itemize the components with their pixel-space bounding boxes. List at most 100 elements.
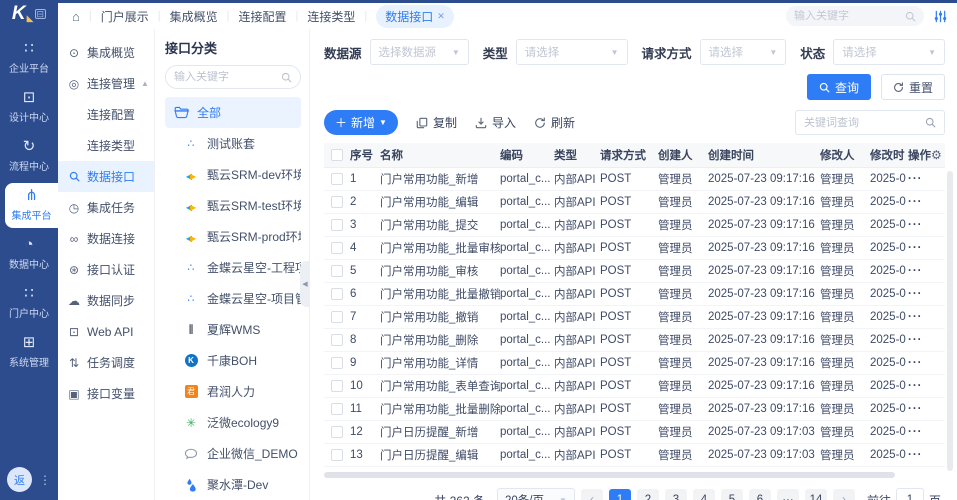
row-actions-cell[interactable]: ··· [908,357,945,369]
rail-item-1[interactable]: ∷ 企业平台 [0,36,58,81]
row-actions-cell[interactable]: ··· [908,334,945,346]
row-actions-cell[interactable]: ··· [908,449,945,461]
tab-2[interactable]: 集成概览 [170,8,218,25]
tree-item-4[interactable]: ◀▶ 甄云SRM-test环境... [165,190,301,221]
row-more-icon[interactable]: ··· [908,357,923,369]
tree-item-5[interactable]: ◀▶ 甄云SRM-prod环境... [165,221,301,252]
rail-item-4[interactable]: ⋔ 集成平台 [5,183,58,228]
tab-1[interactable]: 门户展示 [101,8,149,25]
category-search[interactable] [165,65,301,89]
row-more-icon[interactable]: ··· [908,403,923,415]
close-icon[interactable]: ✕ [437,11,445,22]
column-settings-gear-icon[interactable]: ⚙ [931,148,945,162]
add-button[interactable]: ＋ 新增 ▼ [324,110,398,135]
tree-item-7[interactable]: ∴ 金蝶云星空-项目管... [165,283,302,314]
goto-page-input[interactable] [895,488,924,500]
tab-5[interactable]: 数据接口 ✕ [376,4,454,28]
row-checkbox[interactable] [331,449,343,461]
next-page-button[interactable]: › [832,489,855,500]
row-more-icon[interactable]: ··· [908,242,923,254]
keyword-search-input[interactable] [804,116,925,129]
tab-3[interactable]: 连接配置 [238,8,286,25]
prev-page-button[interactable]: ‹ [580,489,603,500]
cell-name[interactable]: 门户日历提醒_编辑 [380,447,500,463]
row-actions-cell[interactable]: ··· [908,242,945,254]
cell-name[interactable]: 门户常用功能_编辑 [380,194,500,210]
row-checkbox[interactable] [331,380,343,392]
sidebar-item-10[interactable]: ⊡ Web API [58,316,154,347]
row-checkbox[interactable] [331,173,343,185]
row-more-icon[interactable]: ··· [908,288,923,300]
row-actions-cell[interactable]: ··· [908,403,945,415]
row-more-icon[interactable]: ··· [908,219,923,231]
page-button-4[interactable]: 4 [692,489,715,500]
global-search[interactable] [786,6,924,26]
panel-collapse-handle[interactable]: ◀ [300,261,310,307]
rail-item-7[interactable]: ⊞ 系统管理 [0,330,58,375]
filter-select-1[interactable]: 选择数据源 ▼ [369,39,469,65]
rail-item-3[interactable]: ↻ 流程中心 [0,134,58,179]
cell-name[interactable]: 门户常用功能_详情 [380,355,500,371]
row-actions-cell[interactable]: ··· [908,426,945,438]
copy-button[interactable]: 复制 [416,114,457,131]
row-checkbox[interactable] [331,334,343,346]
rail-item-5[interactable]: ◔ 数据中心 [0,232,58,277]
tree-item-2[interactable]: ∴ 测试账套 [165,128,301,159]
page-button-3[interactable]: 3 [664,489,687,500]
page-size-select[interactable]: 20条/页 ▼ [496,488,575,500]
page-button-5[interactable]: 5 [720,489,743,500]
sidebar-item-6[interactable]: ◷ 集成任务 [58,192,154,223]
row-more-icon[interactable]: ··· [908,449,923,461]
import-button[interactable]: 导入 [475,114,516,131]
more-menu-icon[interactable]: ⋮ [39,473,51,487]
filter-select-4[interactable]: 请选择 ▼ [833,39,945,65]
page-button-1[interactable]: 1 [608,489,631,500]
tree-item-3[interactable]: ◀▶ 甄云SRM-dev环境... [165,159,301,190]
row-checkbox[interactable] [331,219,343,231]
sidebar-item-12[interactable]: ▣ 接口变量 [58,378,154,409]
tree-item-11[interactable]: ✳ 泛微ecology9 [165,407,301,438]
refresh-button[interactable]: 刷新 [534,114,575,131]
page-ellipsis-button[interactable]: ··· [776,489,799,500]
row-more-icon[interactable]: ··· [908,334,923,346]
cell-name[interactable]: 门户常用功能_批量撤销 [380,286,500,302]
cell-name[interactable]: 门户常用功能_批量删除 [380,401,500,417]
cell-name[interactable]: 门户常用功能_删除 [380,332,500,348]
cell-name[interactable]: 门户常用功能_审核 [380,263,500,279]
cell-name[interactable]: 门户常用功能_提交 [380,217,500,233]
cell-name[interactable]: 门户常用功能_表单查询 [380,378,500,394]
category-search-input[interactable] [174,71,276,83]
page-button-14[interactable]: 14 [804,489,827,500]
keyword-search[interactable] [795,110,945,135]
row-actions-cell[interactable]: ··· [908,380,945,392]
row-checkbox[interactable] [331,265,343,277]
horizontal-scrollbar[interactable] [324,472,896,478]
row-checkbox[interactable] [331,426,343,438]
row-checkbox[interactable] [331,196,343,208]
tree-item-1[interactable]: 全部 [165,97,301,128]
tree-item-9[interactable]: K 千康BOH [165,345,301,376]
select-all-checkbox[interactable] [331,149,343,161]
filter-select-3[interactable]: 请选择 ▼ [699,39,787,65]
filter-sliders-icon[interactable] [934,10,947,23]
row-more-icon[interactable]: ··· [908,311,923,323]
query-button[interactable]: 查询 [806,74,871,100]
sidebar-item-11[interactable]: ⇅ 任务调度 [58,347,154,378]
row-actions-cell[interactable]: ··· [908,288,945,300]
filter-select-2[interactable]: 请选择 ▼ [515,39,628,65]
collapse-rail-icon[interactable]: ⊟ [34,9,47,19]
row-more-icon[interactable]: ··· [908,173,923,185]
row-checkbox[interactable] [331,242,343,254]
row-actions-cell[interactable]: ··· [908,173,945,185]
home-icon[interactable]: ⌂ [72,9,80,24]
global-search-input[interactable] [794,10,899,22]
avatar[interactable]: 返 [7,467,32,492]
rail-item-6[interactable]: ∷ 门户中心 [0,281,58,326]
cell-name[interactable]: 门户常用功能_撤销 [380,309,500,325]
sidebar-item-2[interactable]: ◎ 连接管理 ▲ [58,68,154,99]
sidebar-item-9[interactable]: ☁ 数据同步 [58,285,154,316]
sidebar-item-8[interactable]: ⊛ 接口认证 [58,254,154,285]
tree-item-12[interactable]: 企业微信_DEMO [165,438,301,469]
vertical-scrollbar[interactable] [947,171,953,471]
row-more-icon[interactable]: ··· [908,426,923,438]
